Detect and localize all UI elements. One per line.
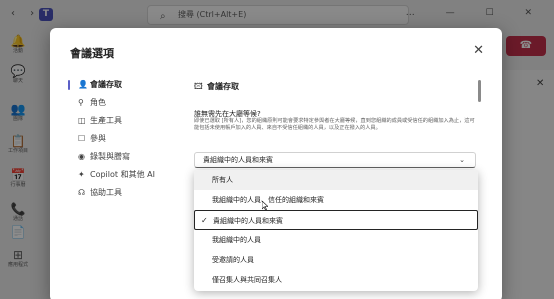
nav-item-label: 角色 [90, 98, 106, 107]
nav-item-icon: ◉ [78, 152, 85, 161]
dialog-title: 會議選項 [70, 47, 114, 60]
nav-item-label: 協助工具 [90, 188, 122, 197]
close-icon[interactable]: ✕ [473, 43, 484, 58]
nav-item-3[interactable]: ☐ 參與 [68, 130, 183, 148]
dropdown-option[interactable]: 受邀請的人員 [194, 250, 478, 270]
nav-item-icon: ☊ [78, 188, 86, 197]
nav-item-label: 錄製與謄寫 [90, 152, 130, 161]
nav-item-label: 生產工具 [90, 116, 122, 125]
dropdown-option-label: 受邀請的人員 [212, 256, 254, 264]
nav-item-4[interactable]: ◉ 錄製與謄寫 [68, 148, 183, 166]
nav-item-icon: ⚲ [78, 98, 84, 107]
lobby-icon: 🖾 [194, 82, 203, 91]
dropdown-option-label: 僅召集人與共同召集人 [212, 276, 282, 284]
nav-item-icon: ✦ [78, 170, 85, 179]
dropdown-option-label: 我組織中的人員、信任的組織和來賓 [212, 196, 324, 204]
nav-item-icon: ◫ [78, 116, 86, 125]
mouse-cursor-icon [262, 201, 268, 210]
dropdown-option-label: 我組織中的人員 [212, 236, 261, 244]
nav-item-label: 參與 [90, 134, 106, 143]
dropdown-option[interactable]: 我組織中的人員 [194, 230, 478, 250]
nav-item-2[interactable]: ◫ 生產工具 [68, 112, 183, 130]
dropdown-option[interactable]: 我組織中的人員、信任的組織和來賓 [194, 190, 478, 210]
checkmark-icon: ✓ [201, 216, 208, 225]
lobby-bypass-dropdown: 所有人我組織中的人員、信任的組織和來賓 ✓ 貴組織中的人員和來賓 我組織中的人員 受邀請… [194, 170, 478, 291]
scrollbar[interactable] [478, 80, 481, 102]
select-value: 貴組織中的人員和來賓 [203, 156, 273, 164]
lobby-bypass-description: 即使已選取 [所有人]，您的組織原則可能會要求特定參與者在大廳等候，直到您組織的… [194, 118, 475, 131]
dropdown-option[interactable]: 僅召集人與共同召集人 [194, 270, 478, 290]
lobby-bypass-select[interactable]: 貴組織中的人員和來賓 ⌄ [194, 152, 476, 168]
nav-item-label: Copilot 和其他 AI [90, 170, 155, 179]
dropdown-option-label: 所有人 [212, 176, 233, 184]
nav-item-icon: 👤 [78, 80, 88, 89]
chevron-down-icon: ⌄ [459, 156, 465, 164]
nav-item-6[interactable]: ☊ 協助工具 [68, 184, 183, 202]
options-nav: 👤 會議存取 ⚲ 角色 ◫ 生產工具 ☐ 參與 ◉ 錄製與謄寫 ✦ Copilot 和其他 AI ☊ 協助… [68, 76, 183, 202]
nav-item-1[interactable]: ⚲ 角色 [68, 94, 183, 112]
section-title-text: 會議存取 [207, 82, 239, 91]
nav-item-icon: ☐ [78, 134, 86, 143]
dropdown-option[interactable]: 所有人 [194, 170, 478, 190]
section-title: 🖾 會議存取 [194, 81, 239, 95]
dropdown-option[interactable]: ✓ 貴組織中的人員和來賓 [194, 210, 478, 230]
nav-item-0[interactable]: 👤 會議存取 [68, 76, 183, 94]
nav-item-label: 會議存取 [90, 80, 122, 89]
dropdown-option-label: 貴組織中的人員和來賓 [213, 217, 283, 225]
nav-item-5[interactable]: ✦ Copilot 和其他 AI [68, 166, 183, 184]
